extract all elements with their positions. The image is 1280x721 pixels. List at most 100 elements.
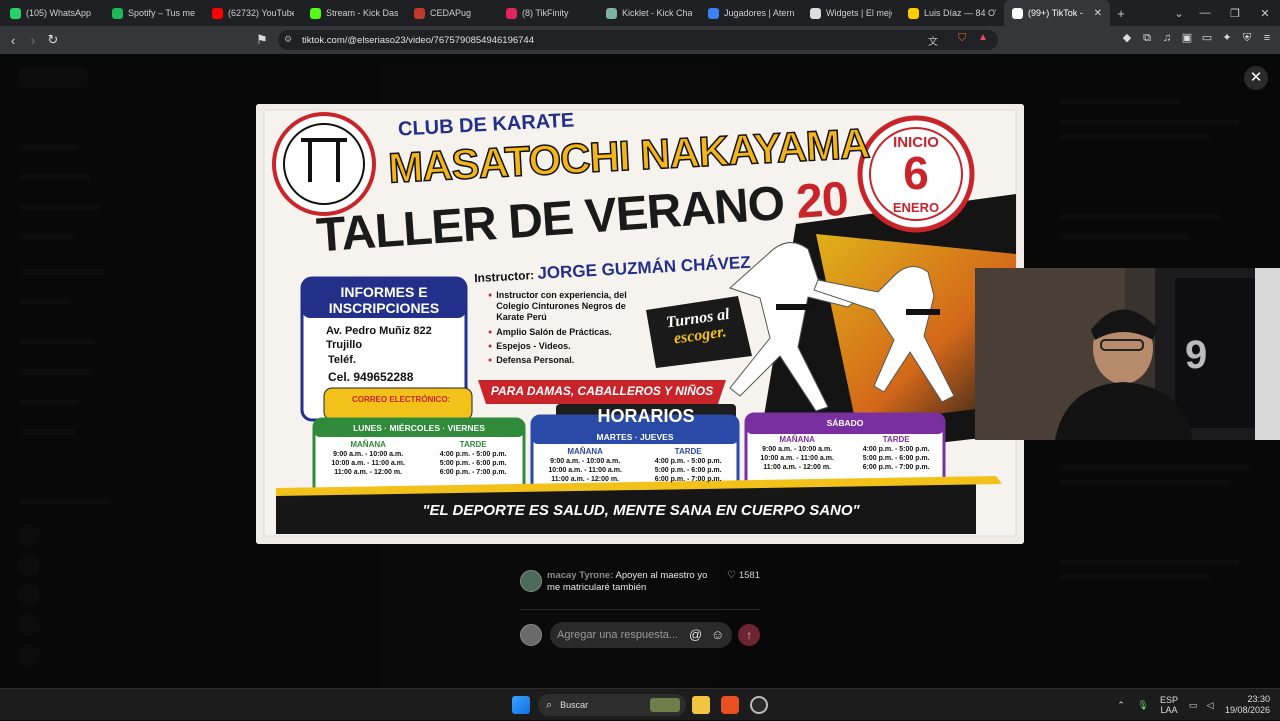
schedule-slot: 11:00 a.m. - 12:00 m. [551, 476, 619, 483]
tab-label: Spotify – Tus me gu [128, 8, 196, 18]
poster-year: 20 [794, 172, 850, 229]
maximize-button[interactable]: ❐ [1220, 0, 1250, 26]
tab-11[interactable]: (99+) TikTok - M ✕ [1004, 0, 1110, 26]
brave-shield-icon[interactable]: ⛉ [958, 32, 966, 45]
tab-5[interactable]: CEDAPug [406, 0, 498, 26]
schedule-slot: 9:00 a.m. - 10:00 a.m. [333, 451, 404, 458]
obs-icon[interactable] [750, 696, 768, 714]
comment-body: macay Tyrone: Apoyen al maestro yo me ma… [547, 570, 719, 600]
wallet-button-icon[interactable]: ▭ [1200, 31, 1214, 45]
language-indicator[interactable]: ESP LAA [1156, 689, 1182, 721]
brave-rewards-icon[interactable]: ▲ [978, 32, 988, 43]
address-line2: Trujillo [326, 339, 363, 351]
schedule-period: TARDE [882, 435, 910, 444]
bookmark-icon[interactable]: ⚑ [252, 32, 272, 48]
schedule-slot: 5:00 p.m. - 6:00 p.m. [654, 467, 722, 474]
close-tab-icon[interactable]: ✕ [1094, 8, 1102, 19]
tab-favicon-icon [1012, 7, 1023, 19]
feature-item: ● Amplio Salón de Prácticas. [488, 327, 638, 338]
clock-time: 23:30 [1247, 694, 1270, 704]
back-button[interactable]: ‹ [3, 33, 23, 48]
microphone-icon[interactable]: 🎙 [1136, 689, 1150, 721]
schedule-slot: 4:00 p.m. - 5:00 p.m. [862, 446, 930, 453]
reload-button[interactable]: ↻ [43, 32, 63, 48]
site-info-icon[interactable]: ⚙ [284, 34, 292, 45]
volume-icon[interactable]: ◁ [1203, 689, 1217, 721]
comment-item: macay Tyrone: Apoyen al maestro yo me ma… [520, 570, 760, 600]
tab-1[interactable]: (105) WhatsApp [2, 0, 104, 26]
tab-8[interactable]: Jugadores | Aternos [700, 0, 802, 26]
tab-3[interactable]: (62732) YouTube [204, 0, 302, 26]
url-field[interactable]: ⚙ tiktok.com/@elseriaso23/video/76757908… [278, 30, 998, 50]
new-tab-button[interactable]: + [1110, 6, 1132, 21]
feature-text: Amplio Salón de Prácticas. [496, 327, 612, 337]
schedule-slot: 4:00 p.m. - 5:00 p.m. [654, 458, 722, 465]
language-secondary: LAA [1160, 705, 1178, 715]
schedule-slot: 9:00 a.m. - 10:00 a.m. [550, 458, 621, 465]
address-line1: Av. Pedro Muñiz 822 [326, 325, 432, 337]
feature-text: Defensa Personal. [496, 355, 575, 365]
wallet-icon[interactable]: ◆ [1120, 31, 1134, 45]
schedule-period: MAÑANA [567, 447, 603, 456]
tab-label: Widgets | El mejor [826, 8, 892, 18]
tab-10[interactable]: Luis Díaz — 84 OVR [900, 0, 1004, 26]
svg-text:9: 9 [1185, 333, 1207, 377]
clock[interactable]: 23:30 19/08/2026 [1222, 689, 1270, 721]
tab-2[interactable]: Spotify – Tus me gu [104, 0, 204, 26]
tab-9[interactable]: Widgets | El mejor [802, 0, 900, 26]
sidebar-icon[interactable]: ▣ [1180, 31, 1194, 45]
close-icon[interactable]: ✕ [1244, 66, 1268, 90]
badge-number: 6 [903, 147, 929, 199]
taskbar-search[interactable]: ⌕ Buscar [538, 694, 686, 716]
schedule-column-am: MAÑANA 9:00 a.m. - 10:00 a.m. 10:00 a.m. -… [548, 447, 622, 484]
translate-icon[interactable]: 文 [928, 33, 938, 48]
comment-author[interactable]: macay Tyrone: [547, 570, 613, 581]
like-button[interactable]: ♡ 1581 [727, 570, 760, 600]
mention-icon[interactable]: @ [689, 627, 702, 642]
send-button[interactable]: ↑ [738, 624, 760, 646]
schedule-slot: 10:00 a.m. - 11:00 a.m. [331, 460, 405, 467]
info-title: INFORMES E INSCRIPCIONES [302, 284, 466, 316]
webcam-feed: 9 [975, 268, 1280, 440]
divider [520, 609, 760, 610]
schedule-box: LUNES · MIÉRCOLES · VIERNES MAÑANA 9:00 a.… [314, 419, 524, 499]
clock-date: 19/08/2026 [1224, 705, 1270, 715]
minimize-button[interactable]: — [1190, 0, 1220, 26]
url-text: tiktok.com/@elseriaso23/video/7675790854… [302, 34, 535, 46]
tab-label: Kicklet - Kick Chatb [622, 8, 692, 18]
network-icon[interactable]: ▭ [1186, 689, 1200, 721]
schedule-slot: 9:00 a.m. - 10:00 a.m. [762, 446, 833, 453]
vpn-icon[interactable]: ⛨ [1240, 31, 1254, 45]
tab-label: Jugadores | Aternos [724, 8, 794, 18]
webcam-overlay: 9 [975, 268, 1280, 440]
menu-icon[interactable]: ≡ [1260, 31, 1274, 45]
tab-label: (8) TikFinity [522, 8, 569, 18]
schedule-days: LUNES · MIÉRCOLES · VIERNES [353, 423, 485, 433]
windows-taskbar: ⌕ Buscar ⌃ 🎙 ESP LAA ▭ ◁ 23:30 19/08/2026 [0, 688, 1280, 720]
emoji-icon[interactable]: ☺ [711, 627, 724, 642]
file-explorer-icon[interactable] [692, 696, 710, 714]
close-window-button[interactable]: ✕ [1250, 0, 1280, 26]
leo-ai-icon[interactable]: ✦ [1220, 31, 1234, 45]
tab-favicon-icon [112, 7, 123, 19]
schedule-period: MAÑANA [779, 435, 815, 444]
reply-bar: Agregar una respuesta... @ ☺ ↑ [520, 622, 760, 648]
media-icon[interactable]: ♫ [1160, 31, 1174, 45]
forward-button[interactable]: › [23, 33, 43, 48]
tab-label: Luis Díaz — 84 OVR [924, 8, 996, 18]
tray-overflow-icon[interactable]: ⌃ [1114, 689, 1128, 721]
tab-7[interactable]: Kicklet - Kick Chatb [598, 0, 700, 26]
feature-item: ● Instructor con experiencia, del Colegio… [488, 290, 638, 323]
extensions-icon[interactable]: ⧉ [1140, 31, 1154, 45]
tab-favicon-icon [708, 7, 719, 19]
search-icon: ⌕ [546, 698, 553, 711]
reply-input[interactable]: Agregar una respuesta... @ ☺ [550, 622, 733, 648]
windows-start-icon[interactable] [512, 696, 530, 714]
taskbar-search-label: Buscar [560, 700, 589, 710]
tab-4[interactable]: Stream - Kick Dashb [302, 0, 406, 26]
schedule-slot: 10:00 a.m. - 11:00 a.m. [548, 467, 622, 474]
tab-6[interactable]: (8) TikFinity [498, 0, 598, 26]
schedule-slot: 5:00 p.m. - 6:00 p.m. [439, 460, 507, 467]
brave-browser-icon[interactable] [721, 696, 739, 714]
avatar[interactable] [520, 570, 542, 592]
